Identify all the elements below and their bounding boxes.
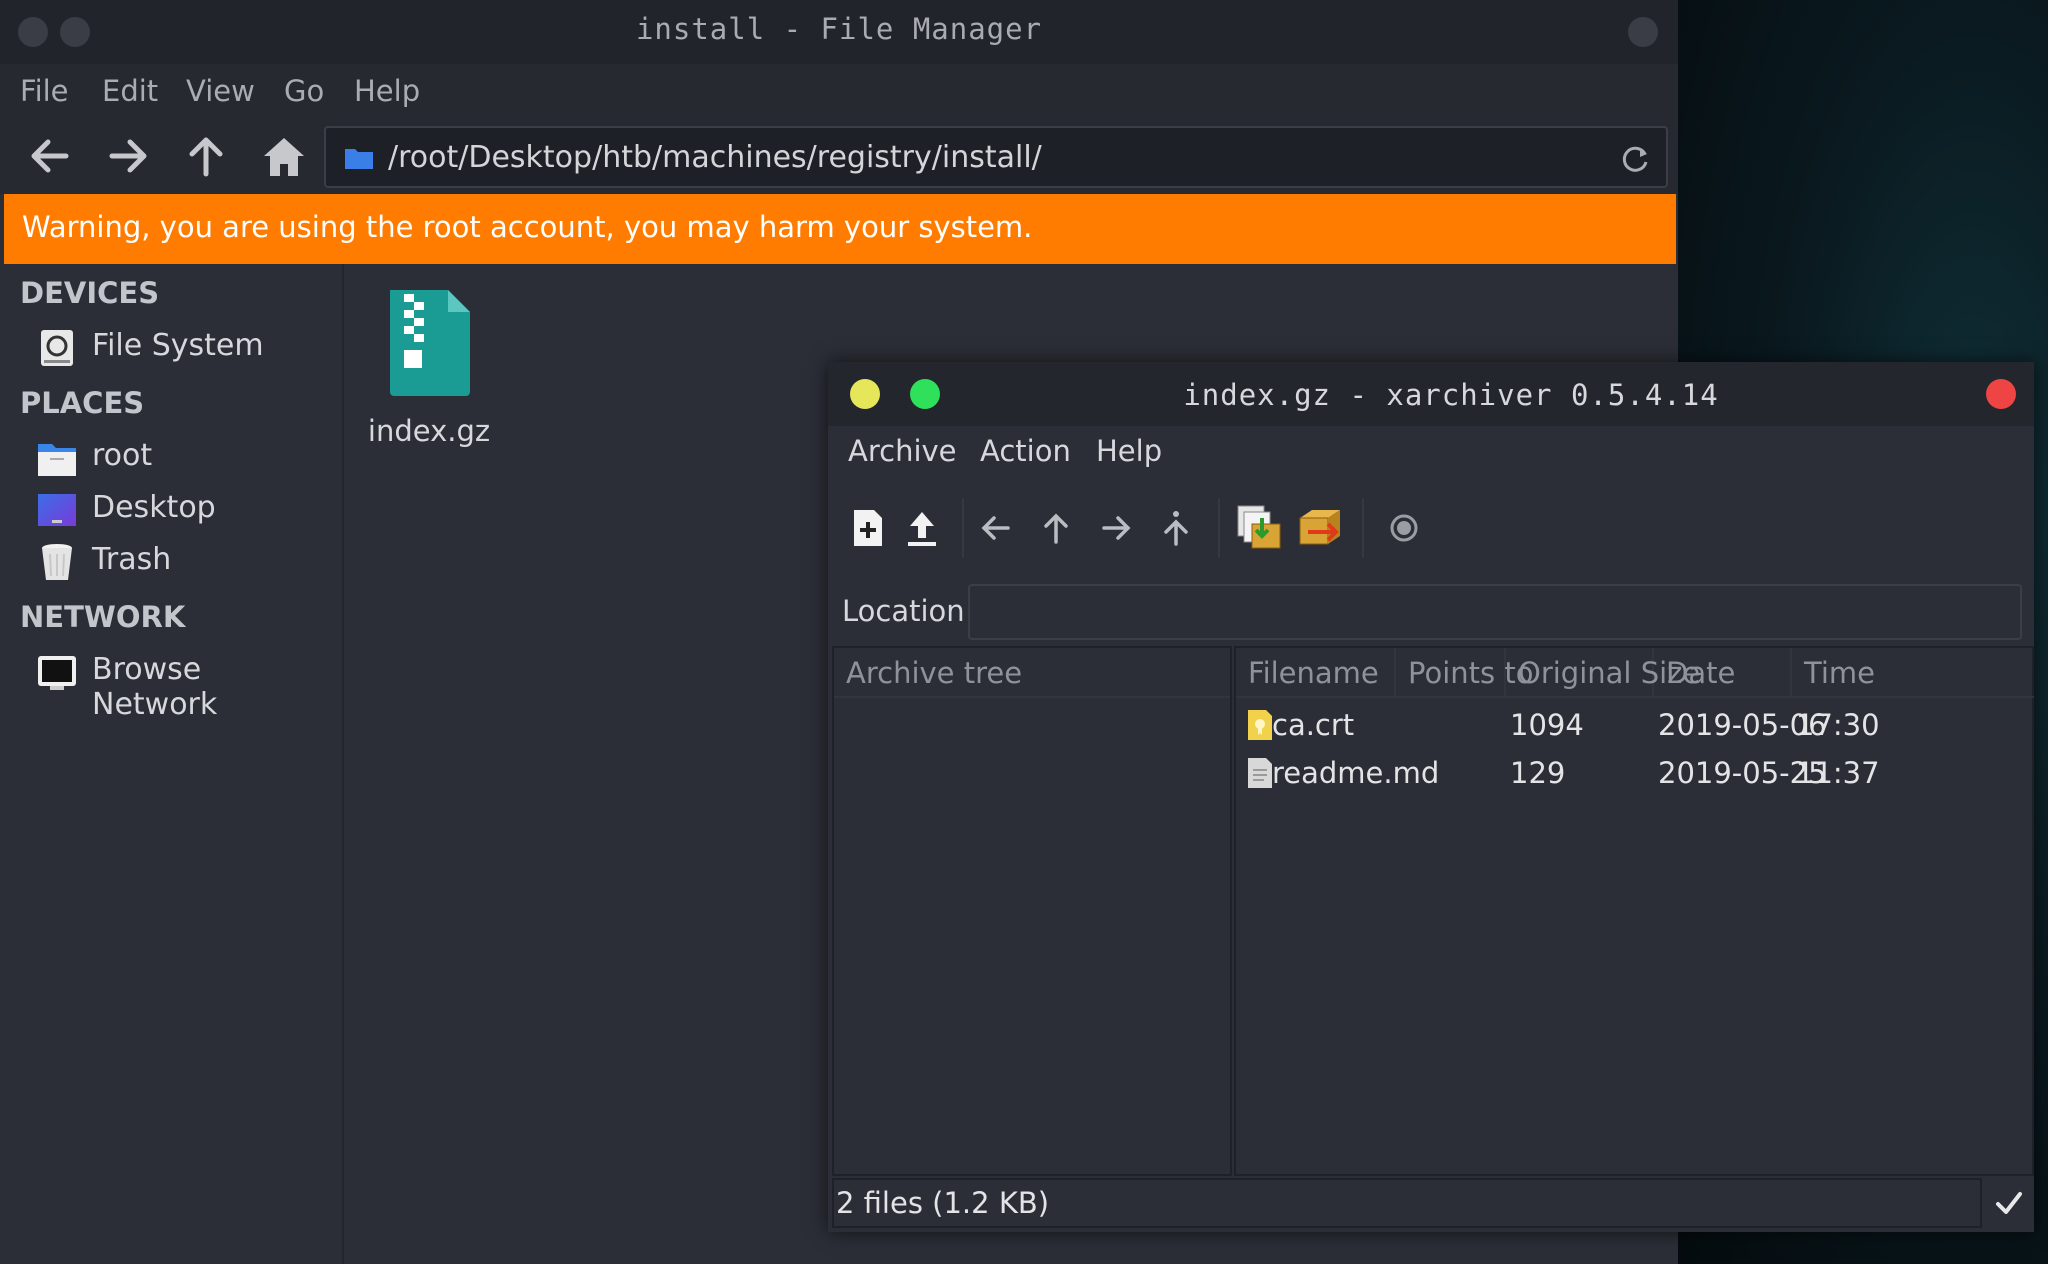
folder-icon [345, 149, 373, 169]
sidebar-item-trash[interactable]: Trash [36, 540, 336, 584]
table-row[interactable]: readme.md 129 2019-05-25 11:37 [1236, 748, 2034, 798]
fm-titlebar[interactable]: install - File Manager [0, 0, 1678, 64]
fm-window-title: install - File Manager [635, 12, 1043, 46]
sidebar-item-label: Desktop [92, 490, 216, 525]
xarchiver-window: index.gz - xarchiver 0.5.4.14 Archive Ac… [828, 362, 2034, 1232]
sidebar-item-browse-network[interactable]: Browse Network [36, 650, 336, 722]
menu-go[interactable]: Go [284, 74, 324, 108]
menu-edit[interactable]: Edit [102, 74, 158, 108]
sidebar: DEVICES File System PLACES root Desktop … [0, 264, 344, 1264]
archive-tree-header[interactable]: Archive tree [834, 648, 1230, 698]
open-archive-icon[interactable] [900, 506, 944, 550]
network-icon [38, 656, 76, 690]
add-to-archive-icon[interactable] [1296, 502, 1346, 552]
drive-icon [41, 330, 73, 366]
column-filename[interactable]: Filename [1236, 648, 1396, 698]
path-text[interactable]: /root/Desktop/htb/machines/registry/inst… [388, 140, 1042, 175]
trash-icon [42, 544, 72, 580]
sidebar-item-label: root [92, 438, 153, 473]
back-arrow-icon[interactable] [974, 506, 1018, 550]
warning-text: Warning, you are using the root account,… [22, 210, 1033, 244]
menu-file[interactable]: File [20, 74, 69, 108]
menu-view[interactable]: View [186, 74, 255, 108]
back-arrow-icon[interactable] [26, 132, 78, 180]
cell-time: 11:37 [1796, 756, 1880, 790]
file-list-header: Filename Points to Original Size Date Ti… [1236, 648, 2034, 698]
cell-time: 17:30 [1796, 708, 1880, 742]
column-original-size[interactable]: Original Size [1506, 648, 1700, 698]
places-heading: PLACES [20, 386, 145, 420]
sidebar-item-file-system[interactable]: File System [36, 326, 336, 370]
location-bar: Location: [828, 574, 2034, 648]
sidebar-item-desktop[interactable]: Desktop [36, 488, 336, 532]
archive-tree-header-label: Archive tree [846, 656, 1023, 690]
check-icon [1996, 1192, 2022, 1214]
toolbar-separator [1218, 498, 1220, 558]
certificate-file-icon [1248, 710, 1272, 740]
menu-action[interactable]: Action [980, 434, 1071, 468]
cell-filename: ca.crt [1272, 708, 1355, 742]
status-bar: 2 files (1.2 KB) [832, 1178, 1982, 1228]
reload-icon[interactable] [1618, 142, 1652, 176]
network-heading: NETWORK [20, 600, 186, 634]
stop-icon[interactable] [1382, 506, 1426, 550]
path-bar[interactable]: /root/Desktop/htb/machines/registry/inst… [324, 126, 1668, 188]
menu-archive[interactable]: Archive [848, 434, 957, 468]
root-warning-bar: Warning, you are using the root account,… [4, 194, 1676, 264]
column-time[interactable]: Time [1792, 648, 2034, 698]
location-label: Location: [842, 594, 975, 628]
column-date[interactable]: Date [1654, 648, 1792, 698]
menu-help[interactable]: Help [354, 74, 420, 108]
extract-icon[interactable] [1234, 502, 1284, 552]
xa-titlebar[interactable]: index.gz - xarchiver 0.5.4.14 [828, 362, 2034, 426]
home-icon[interactable] [258, 132, 310, 180]
up-arrow-icon[interactable] [1034, 506, 1078, 550]
cell-size: 129 [1510, 756, 1566, 790]
fm-menubar: File Edit View Go Help [0, 64, 1678, 118]
home-arrow-icon[interactable] [1154, 506, 1198, 550]
text-file-icon [1248, 758, 1272, 788]
sidebar-item-label: Trash [92, 542, 172, 577]
column-label: Date [1666, 656, 1736, 690]
desktop-icon [38, 494, 76, 526]
home-folder-icon [38, 444, 76, 476]
column-label: Filename [1248, 656, 1379, 690]
file-item-index-gz[interactable]: index.gz [364, 288, 490, 458]
cell-filename: readme.md [1272, 756, 1440, 790]
table-row[interactable]: ca.crt 1094 2019-05-06 17:30 [1236, 700, 2034, 750]
fm-toolbar: /root/Desktop/htb/machines/registry/inst… [0, 118, 1678, 194]
menu-help[interactable]: Help [1096, 434, 1162, 468]
file-name: index.gz [367, 414, 491, 448]
xa-window-title: index.gz - xarchiver 0.5.4.14 [1183, 378, 1719, 412]
new-archive-icon[interactable] [846, 506, 890, 550]
xa-toolbar [828, 482, 2034, 574]
cell-size: 1094 [1510, 708, 1584, 742]
sidebar-item-root[interactable]: root [36, 436, 336, 480]
archive-file-icon [390, 290, 470, 396]
sidebar-item-label: File System [92, 328, 264, 363]
file-list-pane[interactable]: Filename Points to Original Size Date Ti… [1234, 646, 2034, 1176]
sidebar-item-label: Browse Network [92, 652, 218, 722]
archive-tree-pane[interactable]: Archive tree [832, 646, 1232, 1176]
forward-arrow-icon[interactable] [102, 132, 154, 180]
devices-heading: DEVICES [20, 276, 160, 310]
forward-arrow-icon[interactable] [1094, 506, 1138, 550]
toolbar-separator [1362, 498, 1364, 558]
column-points-to[interactable]: Points to [1396, 648, 1533, 698]
column-label: Time [1804, 656, 1875, 690]
up-arrow-icon[interactable] [180, 132, 232, 180]
toolbar-separator [962, 498, 964, 558]
location-input[interactable] [968, 584, 2022, 640]
status-text: 2 files (1.2 KB) [836, 1186, 1050, 1220]
